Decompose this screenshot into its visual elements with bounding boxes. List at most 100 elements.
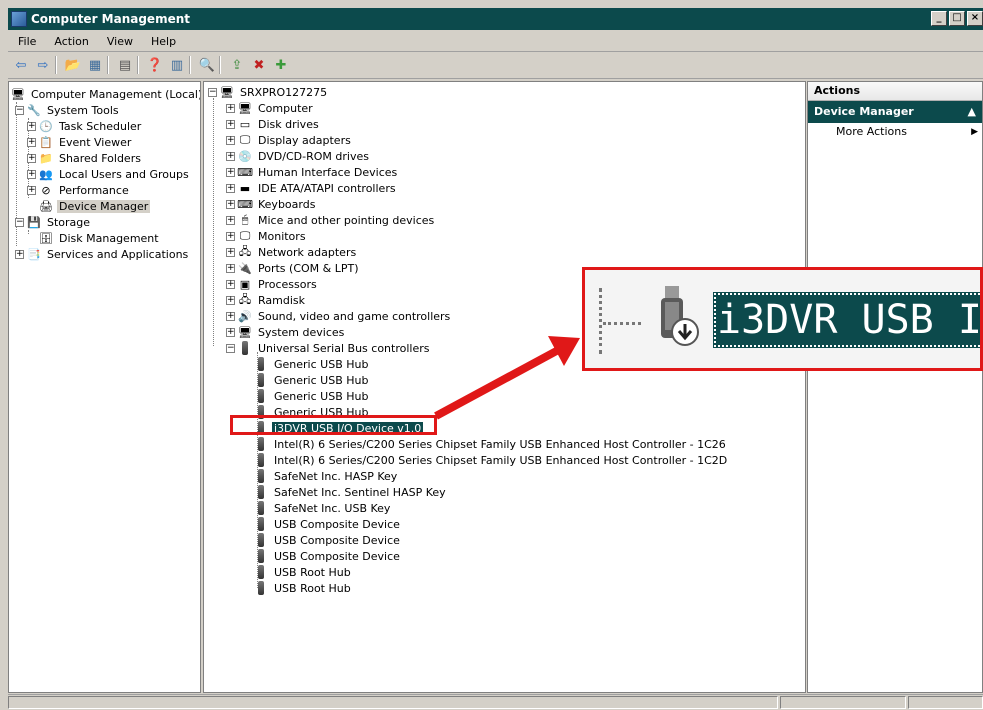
device-node[interactable]: + 🖥 System devices xyxy=(226,324,346,340)
expand-icon[interactable]: + xyxy=(27,185,36,195)
expand-icon[interactable]: + xyxy=(226,311,235,321)
tree-item-event-viewer[interactable]: + 📋 Event Viewer xyxy=(27,134,133,150)
device-node[interactable]: + 🖧 Ramdisk xyxy=(226,292,307,308)
storage-icon: 💾 xyxy=(27,215,41,229)
device-node[interactable]: USB Composite Device xyxy=(254,516,402,532)
tree-item-local-users-and-groups[interactable]: + 👥 Local Users and Groups xyxy=(27,166,191,182)
device-label: USB Root Hub xyxy=(274,565,351,579)
console-tree-pane[interactable]: 🖥 Computer Management (Local) − 🔧 System Too… xyxy=(8,81,201,693)
tree-item-task-scheduler[interactable]: + 🕒 Task Scheduler xyxy=(27,118,143,134)
up-folder-icon[interactable]: 📂 xyxy=(64,56,82,74)
device-label: USB Composite Device xyxy=(274,517,400,531)
device-node[interactable]: − 🖥 SRXPRO127275 xyxy=(208,84,329,100)
show-action-pane-icon[interactable]: ▥ xyxy=(168,56,186,74)
expand-icon[interactable]: + xyxy=(27,137,36,147)
services-icon: 📑 xyxy=(27,247,41,261)
sound-icon: 🔊 xyxy=(238,309,252,323)
collapse-icon[interactable]: − xyxy=(226,343,235,353)
device-node[interactable]: + 🖧 Network adapters xyxy=(226,244,358,260)
expand-icon[interactable]: + xyxy=(226,103,235,113)
device-node[interactable]: USB Root Hub xyxy=(254,580,353,596)
uninstall-icon[interactable]: ✖ xyxy=(250,56,268,74)
title-bar[interactable]: Computer Management _ □ × xyxy=(8,8,983,30)
tree-item-disk-management[interactable]: 🗄 Disk Management xyxy=(27,230,161,246)
disk-icon: 🗄 xyxy=(39,231,53,245)
expand-icon[interactable]: + xyxy=(226,215,235,225)
expand-icon[interactable]: + xyxy=(226,279,235,289)
device-label: System devices xyxy=(258,325,345,339)
maximize-button[interactable]: □ xyxy=(949,11,965,26)
more-actions-item[interactable]: More Actions ▶ xyxy=(808,123,982,141)
tree-item-device-manager[interactable]: 🖨 Device Manager xyxy=(27,198,151,214)
device-node[interactable]: SafeNet Inc. Sentinel HASP Key xyxy=(254,484,448,500)
expand-icon[interactable]: + xyxy=(27,169,36,179)
tree-item-computer-management-local-[interactable]: 🖥 Computer Management (Local) xyxy=(11,86,200,102)
close-button[interactable]: × xyxy=(967,11,983,26)
scan-hardware-icon[interactable]: 🔍 xyxy=(198,56,216,74)
ide-icon: ▬ xyxy=(239,181,251,195)
expand-icon[interactable]: + xyxy=(226,327,235,337)
expand-icon[interactable]: + xyxy=(226,183,235,193)
forward-icon[interactable]: ⇨ xyxy=(34,56,52,74)
update-driver-icon[interactable]: ⇪ xyxy=(228,56,246,74)
device-node[interactable]: + 💿 DVD/CD-ROM drives xyxy=(226,148,371,164)
usb-device-icon xyxy=(258,389,264,403)
device-node[interactable]: Intel(R) 6 Series/C200 Series Chipset Fa… xyxy=(254,436,728,452)
users-icon: 👥 xyxy=(39,167,53,181)
menu-help[interactable]: Help xyxy=(151,35,176,48)
properties-icon[interactable]: ▤ xyxy=(116,56,134,74)
device-node[interactable]: + 🖵 Display adapters xyxy=(226,132,353,148)
collapse-icon[interactable]: − xyxy=(208,87,217,97)
menu-bar: File Action View Help xyxy=(8,31,983,52)
actions-device-manager[interactable]: Device Manager ▲ xyxy=(808,101,982,123)
device-node[interactable]: SafeNet Inc. USB Key xyxy=(254,500,392,516)
device-node[interactable]: Generic USB Hub xyxy=(254,388,370,404)
device-node[interactable]: USB Root Hub xyxy=(254,564,353,580)
expand-icon[interactable]: + xyxy=(226,247,235,257)
collapse-icon[interactable]: − xyxy=(15,105,24,115)
show-hide-tree-icon[interactable]: ▦ xyxy=(86,56,104,74)
minimize-button[interactable]: _ xyxy=(931,11,947,26)
menu-action[interactable]: Action xyxy=(54,35,88,48)
device-node[interactable]: + ⌨ Human Interface Devices xyxy=(226,164,399,180)
expand-icon[interactable]: + xyxy=(27,153,36,163)
tree-item-system-tools[interactable]: − 🔧 System Tools xyxy=(15,102,121,118)
menu-view[interactable]: View xyxy=(107,35,133,48)
expand-icon[interactable]: + xyxy=(226,167,235,177)
help-icon[interactable]: ❓ xyxy=(146,56,164,74)
enable-device-icon[interactable]: ✚ xyxy=(272,56,290,74)
expand-icon[interactable]: + xyxy=(27,121,36,131)
device-label: Computer xyxy=(258,101,313,115)
device-node[interactable]: + 🔊 Sound, video and game controllers xyxy=(226,308,452,324)
device-node[interactable]: Generic USB Hub xyxy=(254,372,370,388)
tree-item-shared-folders[interactable]: + 📁 Shared Folders xyxy=(27,150,143,166)
tree-item-services-and-applications[interactable]: + 📑 Services and Applications xyxy=(15,246,190,262)
device-node[interactable]: + ▭ Disk drives xyxy=(226,116,321,132)
tree-item-performance[interactable]: + ⊘ Performance xyxy=(27,182,131,198)
device-node[interactable]: + 🖱 Mice and other pointing devices xyxy=(226,212,436,228)
device-node[interactable]: + 🖥 Computer xyxy=(226,100,315,116)
expand-icon[interactable]: + xyxy=(226,263,235,273)
device-node[interactable]: + ▬ IDE ATA/ATAPI controllers xyxy=(226,180,398,196)
device-node[interactable]: Intel(R) 6 Series/C200 Series Chipset Fa… xyxy=(254,452,729,468)
tree-item-storage[interactable]: − 💾 Storage xyxy=(15,214,92,230)
status-panel-3 xyxy=(908,696,983,709)
device-node[interactable]: + 🔌 Ports (COM & LPT) xyxy=(226,260,361,276)
device-node[interactable]: SafeNet Inc. HASP Key xyxy=(254,468,399,484)
menu-file[interactable]: File xyxy=(18,35,36,48)
device-node[interactable]: Generic USB Hub xyxy=(254,356,370,372)
device-node[interactable]: − Universal Serial Bus controllers xyxy=(226,340,431,356)
device-node[interactable]: USB Composite Device xyxy=(254,532,402,548)
expand-icon[interactable]: + xyxy=(226,119,235,129)
device-node[interactable]: + ⌨ Keyboards xyxy=(226,196,317,212)
expand-icon[interactable]: + xyxy=(15,249,24,259)
expand-icon[interactable]: + xyxy=(226,135,235,145)
expand-icon[interactable]: + xyxy=(226,151,235,161)
expand-icon[interactable]: + xyxy=(226,231,235,241)
device-node[interactable]: USB Composite Device xyxy=(254,548,402,564)
expand-icon[interactable]: + xyxy=(226,295,235,305)
back-icon[interactable]: ⇦ xyxy=(12,56,30,74)
expand-icon[interactable]: + xyxy=(226,199,235,209)
collapse-icon[interactable]: − xyxy=(15,217,24,227)
collapse-icon[interactable]: ▲ xyxy=(968,101,976,123)
